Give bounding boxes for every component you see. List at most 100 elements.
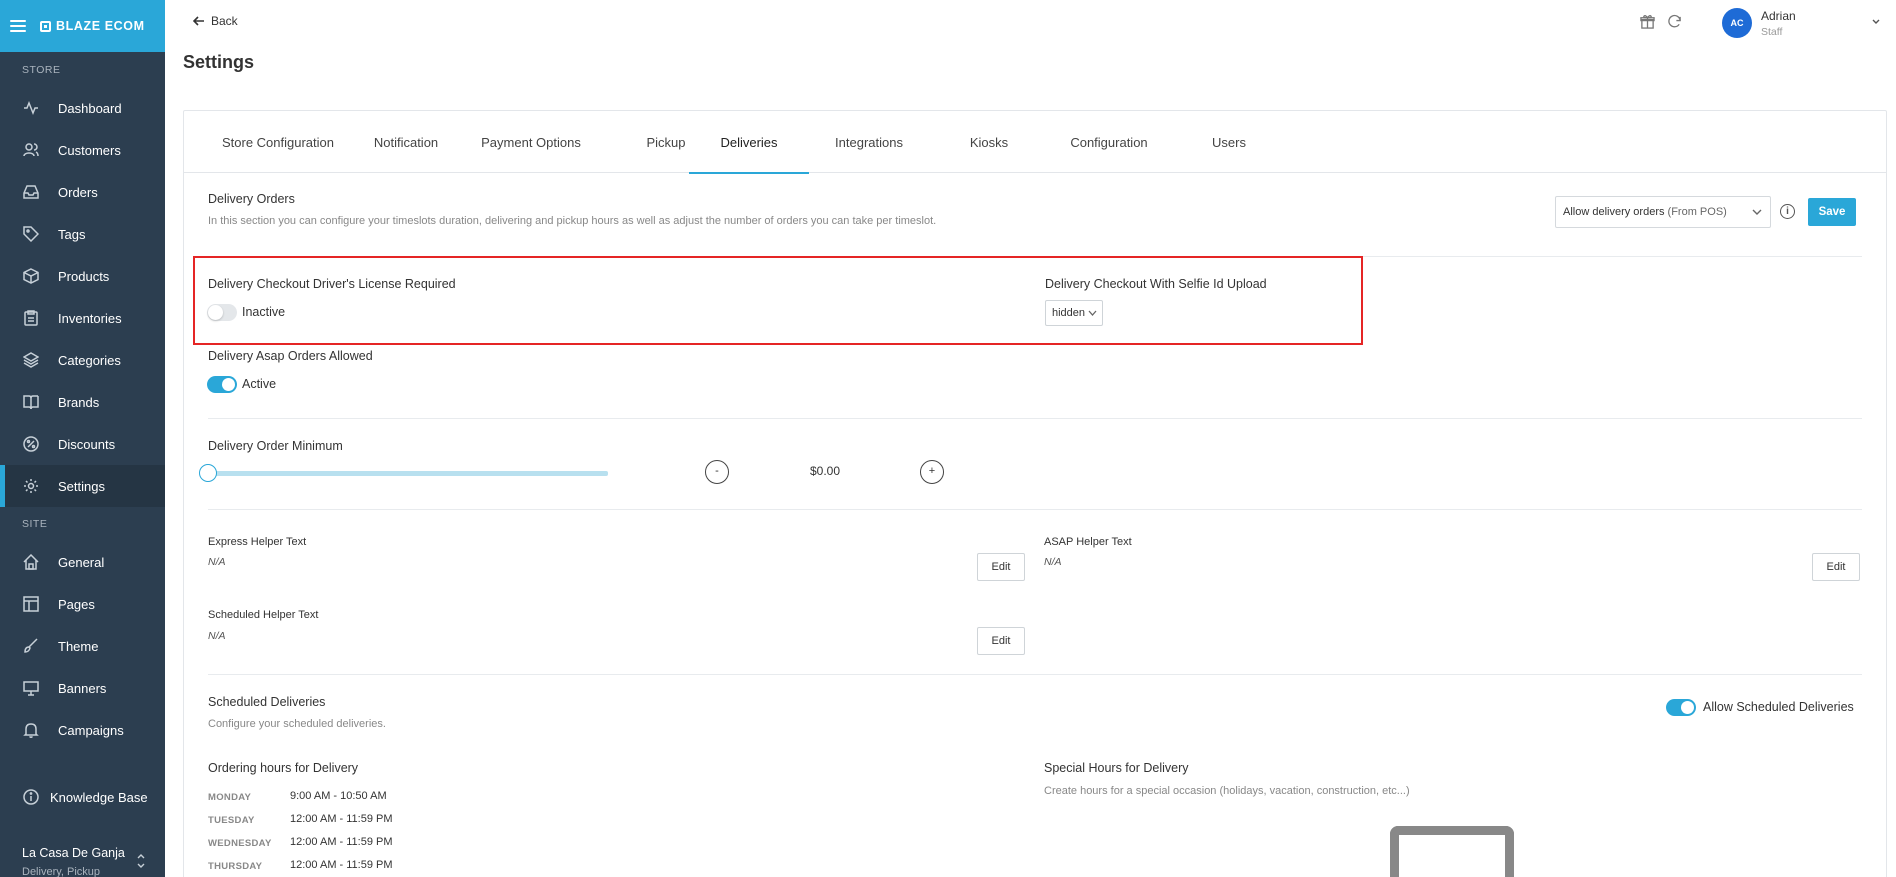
drivers-license-title: Delivery Checkout Driver's License Requi… — [208, 277, 456, 291]
store-name[interactable]: La Casa De Ganja — [22, 846, 125, 860]
back-label: Back — [211, 14, 238, 28]
special-hours-description: Create hours for a special occasion (hol… — [1044, 785, 1410, 797]
refresh-icon[interactable] — [1667, 14, 1682, 29]
day-label: MONDAY — [208, 792, 252, 803]
clipboard-icon — [22, 309, 40, 327]
info-icon[interactable]: i — [1780, 204, 1795, 219]
sidebar-item-label: Banners — [58, 680, 107, 696]
gift-icon[interactable] — [1640, 14, 1655, 29]
layers-icon — [22, 351, 40, 369]
activity-icon — [22, 99, 40, 117]
avatar[interactable]: AC — [1722, 8, 1752, 38]
sidebar-item-label: Knowledge Base — [50, 789, 148, 805]
tab-deliveries[interactable]: Deliveries — [689, 111, 809, 174]
allow-scheduled-deliveries-toggle[interactable] — [1666, 699, 1696, 716]
tab-users[interactable]: Users — [1169, 111, 1289, 173]
delivery-orders-title: Delivery Orders — [208, 192, 295, 206]
drivers-license-toggle[interactable] — [207, 304, 237, 321]
users-icon — [22, 141, 40, 159]
sidebar: BLAZE ECOM STORE Dashboard Customers Ord… — [0, 0, 165, 877]
delivery-orders-description: In this section you can configure your t… — [208, 215, 937, 227]
divider — [208, 509, 1862, 510]
store-switch-chevron-icon[interactable] — [136, 852, 146, 870]
tab-store-configuration[interactable]: Store Configuration — [208, 111, 348, 173]
hours-value: 9:00 AM - 10:50 AM — [290, 790, 387, 802]
user-name[interactable]: Adrian — [1761, 9, 1796, 23]
sidebar-item-settings[interactable]: Settings — [0, 465, 165, 507]
decrease-button[interactable]: - — [705, 460, 729, 484]
tab-integrations[interactable]: Integrations — [809, 111, 929, 173]
sidebar-item-tags[interactable]: Tags — [0, 213, 165, 255]
inbox-icon — [22, 183, 40, 201]
sidebar-item-theme[interactable]: Theme — [0, 625, 165, 667]
sidebar-item-dashboard[interactable]: Dashboard — [0, 87, 165, 129]
hours-value: 12:00 AM - 11:59 PM — [290, 859, 393, 871]
sidebar-item-label: Discounts — [58, 436, 116, 452]
asap-helper-title: ASAP Helper Text — [1044, 536, 1132, 548]
asap-orders-title: Delivery Asap Orders Allowed — [208, 349, 373, 363]
tab-bar: Store Configuration Notification Payment… — [184, 111, 1886, 174]
sidebar-item-label: General — [58, 554, 105, 570]
sidebar-item-label: Inventories — [58, 310, 122, 326]
info-circle-icon — [22, 788, 40, 806]
sidebar-item-banners[interactable]: Banners — [0, 667, 165, 709]
brand-logo[interactable]: BLAZE ECOM — [40, 19, 145, 33]
calendar-placeholder-icon — [1390, 826, 1514, 877]
selfie-upload-title: Delivery Checkout With Selfie Id Upload — [1045, 277, 1267, 291]
menu-icon[interactable] — [10, 20, 26, 32]
sidebar-item-knowledge-base[interactable]: Knowledge Base — [0, 776, 165, 818]
divider — [208, 418, 1862, 419]
back-link[interactable]: Back — [193, 14, 238, 28]
tab-kiosks[interactable]: Kiosks — [929, 111, 1049, 173]
save-button[interactable]: Save — [1808, 198, 1856, 226]
tab-configuration[interactable]: Configuration — [1049, 111, 1169, 173]
increase-button[interactable]: + — [920, 460, 944, 484]
asap-helper-value: N/A — [1044, 556, 1062, 568]
express-helper-edit-button[interactable]: Edit — [977, 553, 1025, 581]
store-subtitle: Delivery, Pickup — [22, 866, 101, 877]
asap-orders-state: Active — [242, 377, 277, 391]
chevron-down-icon — [1088, 310, 1097, 316]
sidebar-item-customers[interactable]: Customers — [0, 129, 165, 171]
selfie-upload-select[interactable]: hidden — [1045, 300, 1103, 326]
sidebar-item-label: Dashboard — [58, 100, 122, 116]
scheduled-helper-title: Scheduled Helper Text — [208, 609, 319, 621]
sidebar-item-inventories[interactable]: Inventories — [0, 297, 165, 339]
allow-scheduled-deliveries-label: Allow Scheduled Deliveries — [1703, 700, 1854, 714]
sidebar-item-label: Settings — [58, 478, 105, 494]
sidebar-item-label: Customers — [58, 142, 121, 158]
sidebar-item-orders[interactable]: Orders — [0, 171, 165, 213]
express-helper-value: N/A — [208, 556, 226, 568]
sidebar-item-brands[interactable]: Brands — [0, 381, 165, 423]
sidebar-item-campaigns[interactable]: Campaigns — [0, 709, 165, 751]
top-icons — [1640, 14, 1682, 29]
sidebar-item-label: Categories — [58, 352, 121, 368]
order-minimum-slider-handle[interactable] — [199, 464, 217, 482]
sidebar-item-label: Pages — [58, 596, 95, 612]
chevron-down-icon — [1752, 209, 1762, 215]
sidebar-item-categories[interactable]: Categories — [0, 339, 165, 381]
chevron-down-icon[interactable] — [1871, 17, 1881, 27]
tab-payment-options[interactable]: Payment Options — [456, 111, 606, 173]
home-icon — [22, 553, 40, 571]
special-hours-title: Special Hours for Delivery — [1044, 761, 1189, 775]
sidebar-item-general[interactable]: General — [0, 541, 165, 583]
sidebar-item-label: Campaigns — [58, 722, 124, 738]
asap-helper-edit-button[interactable]: Edit — [1812, 553, 1860, 581]
scheduled-helper-value: N/A — [208, 630, 226, 642]
select-value: Allow delivery orders — [1563, 206, 1665, 218]
hours-value: 12:00 AM - 11:59 PM — [290, 813, 393, 825]
scheduled-helper-edit-button[interactable]: Edit — [977, 627, 1025, 655]
tab-notification[interactable]: Notification — [356, 111, 456, 173]
day-label: TUESDAY — [208, 815, 255, 826]
sidebar-item-discounts[interactable]: Discounts — [0, 423, 165, 465]
sidebar-item-products[interactable]: Products — [0, 255, 165, 297]
delivery-orders-select[interactable]: Allow delivery orders (From POS) — [1555, 196, 1771, 228]
highlight-box — [193, 256, 1363, 345]
asap-orders-toggle[interactable] — [207, 376, 237, 393]
order-minimum-title: Delivery Order Minimum — [208, 439, 343, 453]
sidebar-item-pages[interactable]: Pages — [0, 583, 165, 625]
order-minimum-slider-track[interactable] — [208, 471, 608, 476]
gear-icon — [22, 477, 40, 495]
day-label: THURSDAY — [208, 861, 263, 872]
